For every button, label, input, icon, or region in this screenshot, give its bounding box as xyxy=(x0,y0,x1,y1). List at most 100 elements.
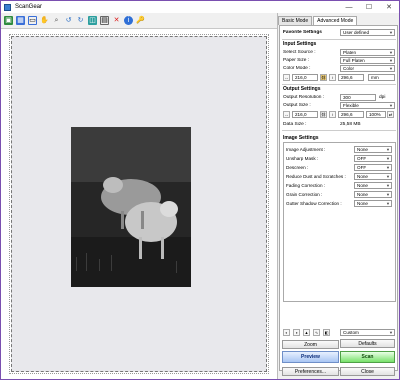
reduce-dust-label: Reduce Dust and Scratches : xyxy=(286,174,346,179)
sheep-photo-image xyxy=(71,127,191,287)
unsharp-mask-label: Unsharp Mask : xyxy=(286,156,319,161)
scan-icon[interactable]: ▣ xyxy=(4,15,13,25)
image-adjustment-select[interactable]: None ▼ xyxy=(354,146,392,153)
output-scale-field[interactable]: 100% xyxy=(366,111,386,118)
grain-correction-select[interactable]: None ▼ xyxy=(354,191,392,198)
scangear-window: ScanGear — ☐ ✕ ▣ ▦ ▭ ✋ ⌕ ↺ ↻ ◫ ▤ ✕ i 🔑 B… xyxy=(0,0,400,380)
data-size-label: Data Size : xyxy=(283,122,307,127)
rotate-left-icon[interactable]: ↺ xyxy=(64,16,73,25)
brightness-contrast-icon[interactable]: ◑ xyxy=(293,329,300,336)
width-arrow-icon: ↔ xyxy=(283,111,290,118)
input-width-field[interactable]: 216,0 xyxy=(292,74,318,81)
multi-crop-icon[interactable]: ▤ xyxy=(100,15,109,25)
tab-advanced-mode[interactable]: Advanced Mode xyxy=(313,16,358,25)
select-source-row: Select Source : xyxy=(283,49,338,56)
output-resolution-label: Output Resolution : xyxy=(283,95,325,100)
image-adjustment-label: Image Adjustment : xyxy=(286,147,326,152)
final-review-icon[interactable]: ◧ xyxy=(323,329,330,336)
delete-icon[interactable]: ✕ xyxy=(112,16,121,25)
scan-platen[interactable] xyxy=(9,34,269,374)
favorite-settings-value: User defined xyxy=(343,30,370,35)
preview-area[interactable] xyxy=(1,28,277,379)
aspect-lock-icon[interactable]: ⛓ xyxy=(320,111,327,118)
advanced-mode-body: Favorite Settings User defined ▼ Input Se… xyxy=(279,25,398,371)
chevron-down-icon: ▼ xyxy=(386,147,390,152)
fading-correction-select[interactable]: None ▼ xyxy=(354,182,392,189)
descreen-row: Descreen : xyxy=(286,164,308,171)
defaults-button[interactable]: Defaults xyxy=(340,339,395,348)
crop-icon[interactable]: ▭ xyxy=(28,15,37,25)
output-size-select[interactable]: Flexible ▼ xyxy=(340,102,395,109)
output-width-field[interactable]: 216,0 xyxy=(292,111,318,118)
histogram-icon[interactable]: ▲ xyxy=(303,329,310,336)
favorite-settings-select[interactable]: User defined ▼ xyxy=(340,29,395,36)
color-mode-select[interactable]: Color ▼ xyxy=(340,65,395,72)
tab-basic-mode[interactable]: Basic Mode xyxy=(278,16,313,25)
descreen-select[interactable]: OFF ▼ xyxy=(354,164,392,171)
unit-value: mm xyxy=(371,75,379,80)
gutter-shadow-select[interactable]: None ▼ xyxy=(354,200,392,207)
preview-button[interactable]: Preview xyxy=(282,351,339,363)
toolbar: ▣ ▦ ▭ ✋ ⌕ ↺ ↻ ◫ ▤ ✕ i 🔑 xyxy=(1,13,277,27)
tone-curve-icon[interactable]: ∿ xyxy=(313,329,320,336)
tone-preset-select[interactable]: Custom ▼ xyxy=(340,329,395,336)
auto-crop-icon[interactable]: ◫ xyxy=(88,15,97,25)
divider xyxy=(282,130,396,131)
close-window-button[interactable]: ✕ xyxy=(379,1,399,13)
zoom-icon[interactable]: ⌕ xyxy=(52,16,61,25)
swap-orientation-icon[interactable]: ⇄ xyxy=(387,111,394,118)
select-source-value: Platen xyxy=(343,50,357,55)
info-icon[interactable]: i xyxy=(124,15,133,25)
minimize-button[interactable]: — xyxy=(339,1,359,13)
color-balance-icon[interactable]: ◐ xyxy=(283,329,290,336)
chevron-down-icon: ▼ xyxy=(389,330,393,335)
zoom-button[interactable]: Zoom xyxy=(282,340,339,349)
width-arrow-icon: ↔ xyxy=(283,74,290,81)
chevron-down-icon: ▼ xyxy=(386,174,390,179)
paper-size-select[interactable]: Full Platen ▼ xyxy=(340,57,395,64)
aspect-lock-icon[interactable]: ⛓ xyxy=(320,74,327,81)
height-arrow-icon: ↕ xyxy=(329,74,336,81)
color-mode-value: Color xyxy=(343,66,354,71)
gutter-shadow-row: Gutter Shadow Correction : xyxy=(286,200,342,207)
scan-button[interactable]: Scan xyxy=(340,351,395,363)
rotate-right-icon[interactable]: ↻ xyxy=(76,16,85,25)
paper-size-row: Paper Size : xyxy=(283,57,338,64)
output-resolution-value: 300 xyxy=(343,95,351,100)
preferences-button[interactable]: Preferences... xyxy=(282,367,339,376)
grain-correction-value: None xyxy=(357,192,368,197)
data-size-row: Data Size : xyxy=(283,121,338,128)
fading-correction-value: None xyxy=(357,183,368,188)
image-adjustment-value: None xyxy=(357,147,368,152)
maximize-button[interactable]: ☐ xyxy=(359,1,379,13)
data-size-value: 25,58 MB xyxy=(340,122,361,127)
descreen-value: OFF xyxy=(357,165,367,170)
output-height-field[interactable]: 296,6 xyxy=(338,111,364,118)
output-size-value: Flexible xyxy=(343,103,359,108)
descreen-label: Descreen : xyxy=(286,165,309,170)
reduce-dust-row: Reduce Dust and Scratches : xyxy=(286,173,346,180)
gutter-shadow-value: None xyxy=(357,201,368,206)
app-icon xyxy=(4,3,11,11)
divider xyxy=(282,84,396,85)
unsharp-mask-select[interactable]: OFF ▼ xyxy=(354,155,392,162)
hand-icon[interactable]: ✋ xyxy=(40,16,49,25)
color-mode-row: Color Mode : xyxy=(283,65,338,72)
favorite-settings-label: Favorite Settings xyxy=(283,30,322,35)
input-height-field[interactable]: 296,6 xyxy=(338,74,364,81)
unit-select[interactable]: mm xyxy=(368,74,395,81)
resolution-unit-label: dpi xyxy=(379,94,385,101)
output-size-row: Output Size : xyxy=(283,102,338,109)
select-icon[interactable]: ▦ xyxy=(16,15,25,25)
select-source-select[interactable]: Platen ▼ xyxy=(340,49,395,56)
data-size-value-wrap: 25,58 MB xyxy=(340,121,361,128)
chevron-down-icon: ▼ xyxy=(386,201,390,206)
scanned-photo[interactable] xyxy=(71,127,191,287)
reduce-dust-select[interactable]: None ▼ xyxy=(354,173,392,180)
close-button[interactable]: Close xyxy=(340,367,395,376)
output-resolution-select[interactable]: 300 xyxy=(340,94,376,101)
image-settings-title: Image Settings xyxy=(283,135,319,141)
chevron-down-icon: ▼ xyxy=(389,103,393,108)
preferences-icon[interactable]: 🔑 xyxy=(136,16,145,25)
fading-correction-label: Fading Correction : xyxy=(286,183,326,188)
